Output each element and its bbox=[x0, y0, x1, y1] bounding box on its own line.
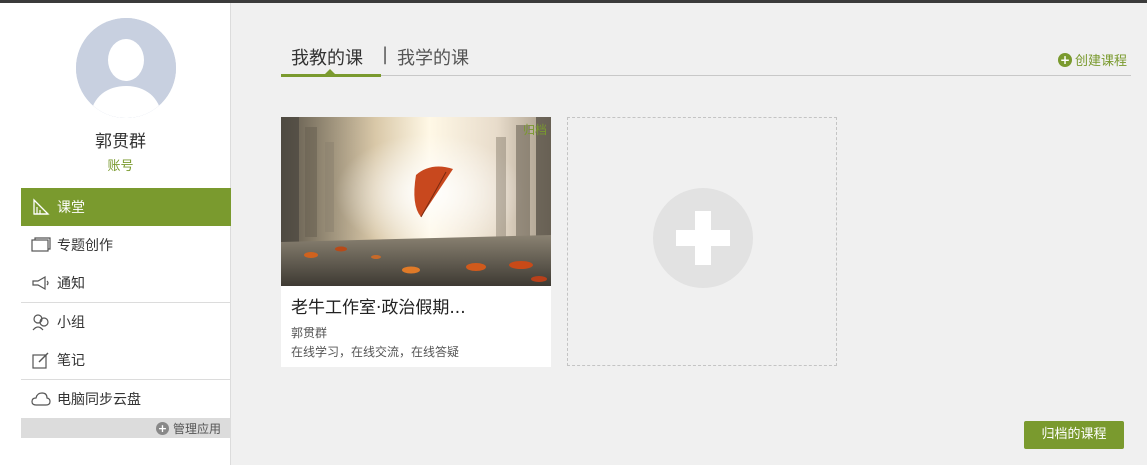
course-tabs: 我教的课 | 我学的课 + 创建课程 bbox=[281, 40, 1131, 77]
course-teacher: 郭贯群 bbox=[291, 326, 328, 340]
archived-courses-button[interactable]: 归档的课程 bbox=[1024, 421, 1124, 449]
tab-separator: | bbox=[382, 44, 389, 65]
course-cover-image: 归档 bbox=[281, 117, 551, 286]
plus-circle-icon: + bbox=[155, 421, 169, 435]
sidebar-item-label: 专题创作 bbox=[57, 238, 113, 254]
course-title[interactable]: 老牛工作室·政治假期... bbox=[291, 293, 466, 318]
sidebar-item-note[interactable]: 笔记 bbox=[21, 341, 231, 379]
add-course-card[interactable] bbox=[567, 117, 837, 366]
default-avatar-icon bbox=[76, 18, 176, 118]
tab-teach[interactable]: 我教的课 bbox=[291, 44, 363, 70]
plus-circle-icon: + bbox=[1057, 52, 1072, 67]
cloud-icon bbox=[31, 389, 51, 409]
topic-icon bbox=[31, 235, 51, 255]
create-course-button[interactable]: + 创建课程 bbox=[1057, 50, 1127, 69]
note-icon bbox=[31, 350, 51, 370]
manage-apps-button[interactable]: + 管理应用 bbox=[21, 418, 231, 438]
plus-icon bbox=[653, 188, 753, 288]
sidebar-item-classroom[interactable]: 课堂 bbox=[21, 188, 231, 226]
sidebar-item-label: 小组 bbox=[57, 315, 85, 331]
sidebar-item-label: 课堂 bbox=[57, 200, 85, 216]
active-tab-indicator bbox=[281, 74, 381, 77]
user-name: 郭贯群 bbox=[95, 132, 146, 152]
sidebar-item-group[interactable]: 小组 bbox=[21, 303, 231, 341]
sidebar-nav: 课堂 专题创作 通知 小组 笔记 电脑同步云盘 + 管理应用 bbox=[21, 188, 231, 438]
tab-learn[interactable]: 我学的课 bbox=[397, 44, 469, 70]
sidebar-item-topic[interactable]: 专题创作 bbox=[21, 226, 231, 264]
account-link[interactable]: 账号 bbox=[21, 155, 220, 174]
classroom-icon bbox=[31, 197, 51, 217]
course-card[interactable]: 归档 老牛工作室·政治假期... 郭贯群 在线学习，在线交流，在线答疑 bbox=[281, 117, 551, 367]
sidebar-item-label: 电脑同步云盘 bbox=[57, 392, 141, 408]
create-course-label: 创建课程 bbox=[1074, 54, 1127, 69]
sidebar-item-label: 笔记 bbox=[57, 353, 85, 369]
sidebar-item-cloud[interactable]: 电脑同步云盘 bbox=[21, 380, 231, 418]
sidebar-item-label: 通知 bbox=[57, 276, 85, 292]
notify-icon bbox=[31, 273, 51, 293]
sidebar-item-notify[interactable]: 通知 bbox=[21, 264, 231, 302]
avatar[interactable] bbox=[76, 18, 176, 118]
manage-apps-label: 管理应用 bbox=[172, 421, 221, 436]
caret-up-icon bbox=[325, 69, 335, 74]
course-description: 在线学习，在线交流，在线答疑 bbox=[291, 345, 460, 359]
group-icon bbox=[31, 312, 51, 332]
sidebar: 郭贯群 账号 课堂 专题创作 通知 小组 笔记 电脑同步云盘 + 管理应用 bbox=[0, 3, 231, 465]
archive-link[interactable]: 归档 bbox=[523, 121, 547, 138]
